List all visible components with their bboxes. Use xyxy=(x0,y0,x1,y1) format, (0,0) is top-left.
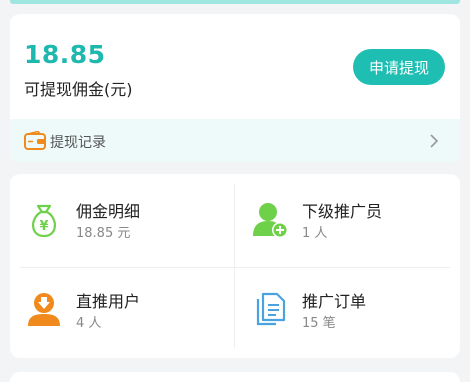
tile-title: 下级推广员 xyxy=(302,202,383,221)
wallet-icon xyxy=(24,130,46,151)
tile-title: 佣金明细 xyxy=(76,202,141,221)
tile-value: 15 笔 xyxy=(302,316,336,331)
money-bag-icon: ¥ xyxy=(24,200,64,240)
divider xyxy=(234,184,235,348)
tile-value: 4 人 xyxy=(76,316,102,331)
divider xyxy=(20,267,450,268)
documents-icon xyxy=(250,290,290,330)
withdraw-record-label: 提现记录 xyxy=(50,135,106,151)
stats-card: ¥ 佣金明细 18.85 元 下级推广员 1 人 直推用户 4 人 推广订单 1… xyxy=(10,174,460,358)
withdraw-record-row[interactable]: 提现记录 xyxy=(10,119,460,162)
top-strip xyxy=(10,0,460,4)
user-download-icon xyxy=(24,290,64,330)
tile-direct-users[interactable]: 直推用户 4 人 xyxy=(24,282,224,352)
tile-title: 推广订单 xyxy=(302,292,367,311)
user-add-icon xyxy=(250,200,290,240)
tile-value: 1 人 xyxy=(302,226,328,241)
chevron-right-icon xyxy=(428,133,440,149)
tile-commission-detail[interactable]: ¥ 佣金明细 18.85 元 xyxy=(24,192,224,262)
tile-promo-orders[interactable]: 推广订单 15 笔 xyxy=(250,282,450,352)
apply-withdraw-button[interactable]: 申请提现 xyxy=(353,49,445,85)
tile-title: 直推用户 xyxy=(76,292,141,311)
tile-sub-promoters[interactable]: 下级推广员 1 人 xyxy=(250,192,450,262)
balance-card: 18.85 可提现佣金(元) 申请提现 提现记录 xyxy=(10,14,460,162)
next-card-edge xyxy=(10,372,460,382)
balance-label: 可提现佣金(元) xyxy=(24,80,133,99)
svg-text:¥: ¥ xyxy=(39,219,48,234)
balance-amount: 18.85 xyxy=(24,40,106,69)
tile-value: 18.85 元 xyxy=(76,226,131,241)
